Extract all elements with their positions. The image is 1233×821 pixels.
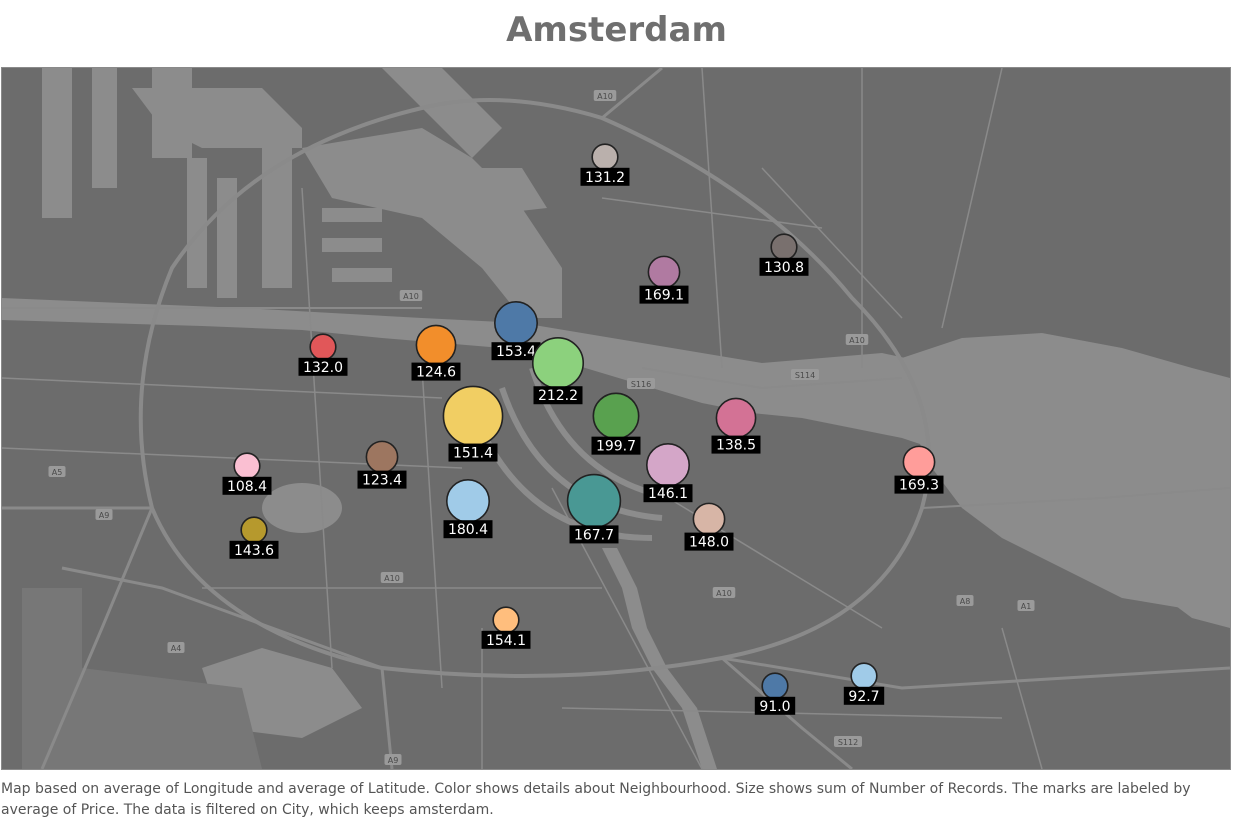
road-label: A10 [593,90,617,101]
mark-circle [647,255,681,289]
road-label: A4 [167,642,185,653]
svg-text:A4: A4 [171,644,182,653]
road-label: S116 [627,378,655,389]
mark-price-label: 199.7 [596,439,636,455]
mark-circle [442,385,504,447]
svg-text:A10: A10 [849,336,865,345]
mark-circle [715,397,757,439]
mark-price-label: 146.1 [648,486,688,502]
road-label: A9 [95,509,113,520]
svg-text:S112: S112 [838,738,858,747]
svg-text:S116: S116 [631,380,651,389]
mark-price-label: 130.8 [764,260,804,276]
neighbourhood-mark[interactable]: 212.2 [531,336,585,405]
mark-price-label: 91.0 [759,699,790,715]
mark-circle [566,473,622,529]
road-label: A10 [399,290,423,301]
mark-price-label: 148.0 [689,535,729,551]
mark-price-label: 153.4 [496,344,536,360]
neighbourhood-mark[interactable]: 180.4 [443,478,493,539]
mark-price-label: 154.1 [486,633,526,649]
mark-price-label: 143.6 [234,543,274,559]
neighbourhood-mark[interactable]: 130.8 [759,233,809,276]
svg-text:A9: A9 [99,511,110,520]
mark-price-label: 138.5 [716,438,756,454]
mark-price-label: 132.0 [303,360,343,376]
mark-circle [445,478,491,524]
neighbourhood-mark[interactable]: 131.2 [580,143,630,186]
mark-circle [591,143,619,171]
road-label: A5 [48,466,66,477]
svg-text:A9: A9 [388,756,399,765]
mark-circle [365,440,399,474]
mark-price-label: 124.6 [416,365,456,381]
road-label: A10 [845,334,869,345]
mark-price-label: 123.4 [362,473,402,489]
neighbourhood-mark[interactable]: 91.0 [754,672,796,715]
svg-text:A8: A8 [960,597,971,606]
svg-text:A10: A10 [403,292,419,301]
road-label: A1 [1017,600,1035,611]
svg-text:A10: A10 [384,574,400,583]
neighbourhood-mark[interactable]: 151.4 [442,385,504,462]
neighbourhood-mark[interactable]: 169.1 [639,255,689,304]
neighbourhood-mark[interactable]: 132.0 [298,333,348,376]
neighbourhood-mark[interactable]: 167.7 [566,473,622,544]
price-marks[interactable]: 131.2 130.8 169.1 132.0 124.6 153.4 212.2 151.4… [222,143,944,715]
road-label: A10 [712,587,736,598]
svg-text:A10: A10 [716,589,732,598]
road-label: A8 [956,595,974,606]
neighbourhood-mark[interactable]: 146.1 [643,442,693,503]
mark-circle [770,233,798,261]
mark-circle [493,300,539,346]
map-canvas[interactable]: A10A10A10A10A10S116S114A5A9A4A9A1S112A8 … [2,68,1230,769]
mark-circle [415,324,457,366]
map-view[interactable]: A10 A10 A10 A10 A10 S116 S114 A5 A9 A4 A9 A1 S112 A8 … [1,67,1231,770]
mark-circle [492,606,520,634]
road-label: S112 [834,736,862,747]
mark-circle [233,452,261,480]
map-caption: Map based on average of Longitude and av… [1,781,1191,818]
svg-text:A5: A5 [52,468,63,477]
mark-price-label: 169.3 [899,478,939,494]
mark-price-label: 169.1 [644,288,684,304]
mark-circle [592,392,640,440]
neighbourhood-mark[interactable]: 148.0 [684,502,734,551]
mark-price-label: 92.7 [848,689,879,705]
mark-circle [645,442,691,488]
neighbourhood-mark[interactable]: 153.4 [491,300,541,361]
mark-circle [531,336,585,390]
mark-circle [240,516,268,544]
mark-price-label: 151.4 [453,446,493,462]
road-label: A9 [384,754,402,765]
mark-price-label: 131.2 [585,170,625,186]
road-label: S114 [791,369,819,380]
map-title: Amsterdam [506,10,727,50]
neighbourhood-mark[interactable]: 154.1 [481,606,531,649]
neighbourhood-mark[interactable]: 199.7 [591,392,641,455]
mark-price-label: 180.4 [448,522,488,538]
mark-price-label: 108.4 [227,479,267,495]
mark-circle [761,672,789,700]
mark-price-label: 212.2 [538,388,578,404]
svg-text:S114: S114 [795,371,815,380]
mark-circle [850,662,878,690]
mark-circle [902,445,936,479]
mark-price-label: 167.7 [574,527,614,543]
svg-text:A10: A10 [597,92,613,101]
road-label: A10 [380,572,404,583]
mark-circle [692,502,726,536]
svg-text:A1: A1 [1021,602,1032,611]
mark-circle [309,333,337,361]
